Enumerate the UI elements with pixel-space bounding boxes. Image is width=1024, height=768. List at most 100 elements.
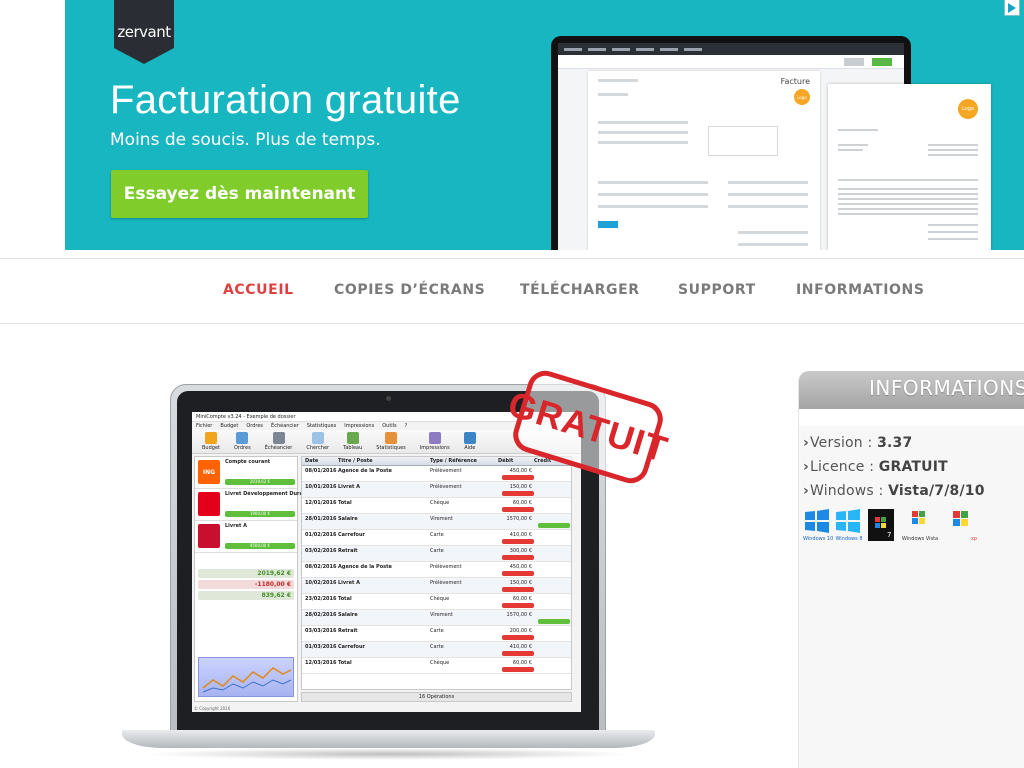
- table-row[interactable]: 12/01/2016 Total Chèque 60,00 €: [302, 498, 571, 514]
- row-amount: 60,00 €: [512, 596, 532, 602]
- table-row[interactable]: 01/03/2016 Carrefour Carte 410,00 €: [302, 642, 571, 658]
- row-type: Carte: [430, 532, 444, 538]
- row-amount: 60,00 €: [512, 500, 532, 506]
- row-title: Total: [338, 500, 352, 506]
- software-screenshot: MiniCompte v3.24 - Exemple de dossier Fi…: [122, 366, 673, 762]
- row-type: Prélèvement: [430, 564, 462, 570]
- info-version: ›Version : 3.37: [803, 435, 913, 451]
- row-title: Agence de la Poste: [338, 468, 392, 474]
- laptop-base: [122, 730, 655, 748]
- row-balance-pill: [502, 555, 534, 560]
- table-row[interactable]: 28/02/2016 Salaire Virement 1570,00 €: [302, 610, 571, 626]
- row-balance-pill: [502, 475, 534, 480]
- row-balance-pill: [502, 587, 534, 592]
- ribbon-item: Budget: [202, 432, 220, 451]
- row-title: Retrait: [338, 628, 358, 634]
- row-amount: 150,00 €: [509, 484, 532, 490]
- row-date: 28/02/2016: [305, 612, 337, 618]
- ribbon-item: Ordres: [234, 432, 251, 451]
- brand-name: zervant: [117, 23, 171, 41]
- nav-item-telecharger[interactable]: TÉLÉCHARGER: [520, 282, 640, 298]
- row-date: 03/03/2016: [305, 628, 337, 634]
- account-balance: 1900,00 €: [225, 511, 295, 517]
- row-date: 10/01/2016: [305, 484, 337, 490]
- info-panel-title: INFORMATIONS: [869, 376, 1024, 400]
- info-licence: ›Licence : GRATUIT: [803, 459, 948, 475]
- account-name: Livret Développement Durable: [225, 491, 312, 497]
- table-row[interactable]: 28/01/2016 Salaire Virement 1570,00 €: [302, 514, 571, 530]
- row-balance-pill: [538, 619, 570, 624]
- ad-subtitle: Moins de soucis. Plus de temps.: [110, 130, 381, 150]
- row-date: 23/02/2016: [305, 596, 337, 602]
- table-row[interactable]: 01/02/2016 Carrefour Carte 410,00 €: [302, 530, 571, 546]
- row-date: 12/03/2016: [305, 660, 337, 666]
- table-body: 08/01/2016 Agence de la Poste Prélèvement 4…: [302, 466, 571, 674]
- table-row[interactable]: 23/02/2016 Total Chèque 60,00 €: [302, 594, 571, 610]
- table-row[interactable]: 08/01/2016 Agence de la Poste Prélèvement 4…: [302, 466, 571, 482]
- table-row[interactable]: 12/03/2016 Total Chèque 60,00 €: [302, 658, 571, 674]
- table-row[interactable]: 10/01/2016 Livret A Prélèvement 150,00 €: [302, 482, 571, 498]
- nav-item-accueil[interactable]: ACCUEIL: [223, 282, 294, 298]
- info-panel: INFORMATIONS ›Version : 3.37 ›Licence : …: [798, 371, 1024, 768]
- row-type: Chèque: [430, 500, 450, 506]
- balance-summary: 2019,62 € -1180,00 € 839,62 €: [195, 567, 297, 602]
- row-title: Total: [338, 596, 352, 602]
- svg-text:7: 7: [887, 531, 891, 539]
- ad-choices-icon[interactable]: [1004, 0, 1020, 16]
- account-item: Livret Développement Durable 1900,00 €: [195, 489, 312, 521]
- nav-item-support[interactable]: SUPPORT: [678, 282, 756, 298]
- table-row[interactable]: 08/02/2016 Agence de la Poste Prélèvement 4…: [302, 562, 571, 578]
- app-status-bar: 16 Opérations: [301, 692, 572, 702]
- app-menu-item: Fichier: [196, 423, 213, 429]
- column-header: Type / Référence: [430, 458, 477, 464]
- row-balance-pill: [538, 523, 570, 528]
- app-screen: MiniCompte v3.24 - Exemple de dossier Fi…: [192, 412, 581, 712]
- column-header: Titre / Poste: [338, 458, 373, 464]
- row-balance-pill: [502, 635, 534, 640]
- table-row[interactable]: 03/02/2016 Retrait Carte 300,00 €: [302, 546, 571, 562]
- row-type: Carte: [430, 548, 444, 554]
- row-balance-pill: [502, 507, 534, 512]
- bank-logo: [198, 524, 220, 548]
- ribbon-item: Aide: [463, 432, 476, 451]
- summary-balance: 2019,62 €: [198, 569, 294, 578]
- licence-value: GRATUIT: [878, 459, 948, 475]
- chevron-right-icon: ›: [803, 483, 809, 499]
- row-balance-pill: [502, 491, 534, 496]
- windows-8-icon: Windows 8: [834, 508, 864, 542]
- nav-item-copies-ecrans[interactable]: COPIES D’ÉCRANS: [334, 282, 485, 298]
- row-type: Prélèvement: [430, 580, 462, 586]
- row-balance-pill: [502, 603, 534, 608]
- app-copyright: © Copyright 2016: [194, 706, 231, 711]
- bank-logo: ING: [198, 460, 220, 484]
- row-date: 08/01/2016: [305, 468, 337, 474]
- app-menu-item: ?: [404, 423, 408, 429]
- account-item: ING Compte courant 2019,62 €: [195, 457, 297, 489]
- ad-cta-button[interactable]: Essayez dès maintenant: [111, 170, 368, 218]
- row-date: 08/02/2016: [305, 564, 337, 570]
- row-date: 03/02/2016: [305, 548, 337, 554]
- row-title: Total: [338, 660, 352, 666]
- row-amount: 1570,00 €: [506, 612, 532, 618]
- summary-forecast: 839,62 €: [198, 591, 294, 600]
- row-date: 28/01/2016: [305, 516, 337, 522]
- table-row[interactable]: 10/02/2016 Livret A Prélèvement 150,00 €: [302, 578, 571, 594]
- row-title: Agence de la Poste: [338, 564, 392, 570]
- info-windows: ›Windows : Vista/7/8/10: [803, 483, 985, 499]
- accounts-panel: ING Compte courant 2019,62 € Livret Déve…: [194, 456, 312, 702]
- row-balance-pill: [502, 651, 534, 656]
- row-type: Carte: [430, 644, 444, 650]
- balance-chart: [198, 657, 294, 697]
- table-header: Date Titre / Poste Type / Référence Débi…: [302, 457, 571, 466]
- ad-banner[interactable]: zervant Facturation gratuite Moins de so…: [65, 0, 1024, 250]
- ribbon-item: Impressions: [420, 432, 450, 451]
- column-header: Date: [305, 458, 319, 464]
- row-amount: 450,00 €: [509, 468, 532, 474]
- table-row[interactable]: 03/03/2016 Retrait Carte 200,00 €: [302, 626, 571, 642]
- app-menu-item: Budget: [220, 423, 239, 429]
- row-date: 01/02/2016: [305, 532, 337, 538]
- chevron-right-icon: ›: [803, 459, 809, 475]
- nav-item-informations[interactable]: INFORMATIONS: [796, 282, 925, 298]
- row-type: Carte: [430, 628, 444, 634]
- ribbon-item: Tableau: [343, 432, 362, 451]
